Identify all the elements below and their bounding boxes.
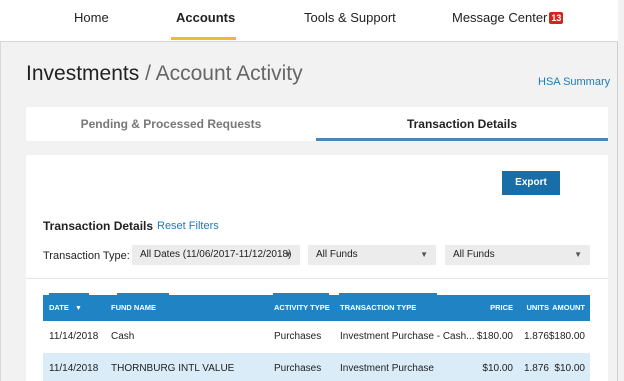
cell-price: $180.00 [476, 331, 513, 342]
column-header-units[interactable]: UNITS [517, 295, 550, 321]
column-header-date[interactable]: DATE ▼ [49, 295, 82, 321]
cell-transaction-type: Investment Purchase - Cash... [340, 331, 475, 342]
fund-select-2[interactable]: All Funds ▼ [445, 245, 590, 265]
nav-message-center[interactable]: Message Center 13 [452, 10, 564, 25]
cell-activity-type: Purchases [274, 331, 322, 342]
sort-down-icon: ▼ [74, 305, 82, 312]
tab-active-indicator [316, 138, 608, 141]
nav-active-indicator [171, 37, 236, 40]
page-title: Investments / Account Activity [26, 62, 303, 86]
page-title-main: Investments [26, 62, 140, 85]
top-nav: Home Accounts Tools & Support Message Ce… [0, 0, 618, 42]
transaction-type-label: Transaction Type: [43, 250, 130, 262]
fund-select-1[interactable]: All Funds ▼ [308, 245, 436, 265]
table-row[interactable]: 11/14/2018 Cash Purchases Investment Pur… [43, 321, 590, 353]
fund-select-2-value: All Funds [453, 249, 495, 260]
column-header-amount[interactable]: AMOUNT [549, 295, 585, 321]
table-header: DATE ▼ FUND NAME ACTIVITY TYPE TRANSACTI… [43, 293, 590, 321]
cell-fund-name: THORNBURG INTL VALUE [111, 363, 235, 374]
nav-tools-support[interactable]: Tools & Support [304, 10, 396, 25]
cell-fund-name: Cash [111, 331, 135, 342]
export-button[interactable]: Export [502, 171, 560, 195]
cell-date: 11/14/2018 [49, 331, 99, 342]
cell-amount: $180.00 [548, 331, 585, 342]
column-header-price[interactable]: PRICE [473, 295, 513, 321]
chevron-down-icon: ▼ [284, 250, 292, 259]
tab-transaction-details[interactable]: Transaction Details [316, 107, 608, 141]
hsa-summary-link[interactable]: HSA Summary [538, 76, 610, 88]
reset-filters-link[interactable]: Reset Filters [157, 220, 219, 232]
transaction-panel: Export Transaction Details Reset Filters… [26, 155, 608, 381]
column-header-transaction-type[interactable]: TRANSACTION TYPE [340, 295, 416, 321]
table-row[interactable]: 11/14/2018 THORNBURG INTL VALUE Purchase… [43, 353, 590, 381]
date-range-value: All Dates (11/06/2017-11/12/2018) [140, 249, 292, 260]
cell-transaction-type: Investment Purchase [340, 363, 434, 374]
fund-select-1-value: All Funds [316, 249, 358, 260]
page-title-sub: / Account Activity [145, 62, 303, 85]
nav-home[interactable]: Home [74, 10, 109, 25]
cell-activity-type: Purchases [274, 363, 322, 374]
tab-bar: Pending & Processed Requests Transaction… [26, 107, 608, 141]
message-count-badge: 13 [549, 12, 564, 24]
cell-date: 11/14/2018 [49, 363, 99, 374]
column-header-fund-name[interactable]: FUND NAME [111, 295, 156, 321]
cell-amount: $10.00 [554, 363, 585, 374]
column-header-activity-type[interactable]: ACTIVITY TYPE [274, 295, 330, 321]
chevron-down-icon: ▼ [574, 250, 582, 259]
chevron-down-icon: ▼ [420, 250, 428, 259]
tab-pending-processed[interactable]: Pending & Processed Requests [26, 107, 316, 141]
divider [26, 278, 608, 279]
cell-price: $10.00 [482, 363, 513, 374]
section-heading: Transaction Details [43, 219, 154, 233]
date-range-select[interactable]: All Dates (11/06/2017-11/12/2018) ▼ [132, 245, 300, 265]
nav-message-center-label: Message Center [452, 10, 548, 25]
column-header-date-label: DATE [49, 303, 69, 312]
nav-accounts[interactable]: Accounts [176, 10, 235, 25]
